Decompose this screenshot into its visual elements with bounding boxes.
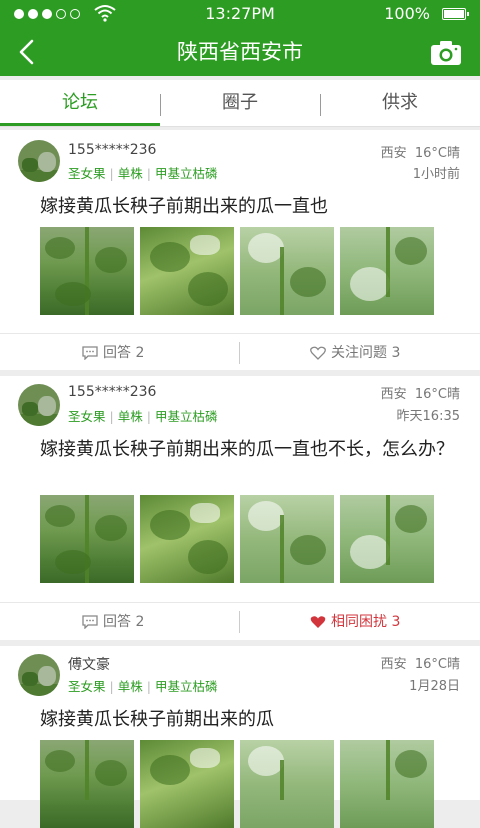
follow-button[interactable]: 关注问题 3 [310,334,400,372]
action-divider [239,342,240,364]
active-tab-indicator [0,123,160,126]
tag[interactable]: 单株 [118,409,143,424]
tag[interactable]: 甲基立枯磷 [155,409,218,424]
tag[interactable]: 圣女果 [68,409,106,424]
reply-button[interactable]: 回答 2 [82,603,144,641]
post-photo[interactable] [40,227,134,315]
heart-filled-icon [310,616,326,628]
tab-bar: 论坛 圈子 供求 [0,80,480,127]
post-photo[interactable] [340,227,434,315]
username[interactable]: 155*****236 [68,142,156,158]
location-weather: 西安 16°C晴 [380,387,460,402]
avatar[interactable] [18,654,60,696]
post-photo[interactable] [40,740,134,828]
post-photo[interactable] [340,740,434,828]
battery-icon [442,8,469,20]
tag[interactable]: 甲基立枯磷 [155,166,218,181]
post-photo[interactable] [140,740,234,828]
photo-grid [40,227,434,315]
reply-count: 回答 2 [103,345,145,361]
nav-bar: 陕西省西安市 [0,28,480,76]
status-bar: 13:27PM 100% [0,0,480,28]
tag[interactable]: 单株 [118,679,143,694]
post-time: 1月28日 [409,679,460,694]
same-problem-count: 相同困扰 3 [331,614,401,630]
tag[interactable]: 圣女果 [68,679,106,694]
post-photo[interactable] [240,740,334,828]
post-card[interactable]: 傅文豪 圣女果 | 单株 | 甲基立枯磷 西安 16°C晴 1月28日 嫁接黄瓜长秧子前… [0,646,480,828]
reply-count: 回答 2 [103,614,145,630]
post-card[interactable]: 155*****236 圣女果 | 单株 | 甲基立枯磷 西安 16°C晴 1小时前 嫁… [0,130,480,370]
post-photo[interactable] [340,495,434,583]
post-photo[interactable] [140,227,234,315]
photo-grid [40,495,434,583]
tab-circle[interactable]: 圈子 [160,80,320,126]
avatar[interactable] [18,140,60,182]
action-divider [239,611,240,633]
location-weather: 西安 16°C晴 [380,146,460,161]
heart-outline-icon [310,346,326,360]
reply-button[interactable]: 回答 2 [82,334,144,372]
post-photo[interactable] [140,495,234,583]
post-time: 1小时前 [412,167,460,182]
post-content[interactable]: 嫁接黄瓜长秧子前期出来的瓜一直也不长，怎么办？ [40,436,460,463]
post-time: 昨天16:35 [396,409,460,424]
chat-bubble-icon [82,346,98,360]
tag[interactable]: 单株 [118,166,143,181]
post-content[interactable]: 嫁接黄瓜长秧子前期出来的瓜一直也 [40,193,460,220]
location-weather: 西安 16°C晴 [380,657,460,672]
chat-bubble-icon [82,615,98,629]
post-photo[interactable] [240,495,334,583]
post-photo[interactable] [40,495,134,583]
tab-forum[interactable]: 论坛 [0,80,160,126]
photo-grid [40,740,434,828]
follow-count: 关注问题 3 [331,345,401,361]
page-title: 陕西省西安市 [177,40,303,64]
camera-icon[interactable] [430,40,462,66]
battery-percentage: 100% [384,4,430,23]
username[interactable]: 155*****236 [68,384,156,400]
post-tags: 圣女果 | 单株 | 甲基立枯磷 [68,166,218,181]
post-card[interactable]: 155*****236 圣女果 | 单株 | 甲基立枯磷 西安 16°C晴 昨天16:3… [0,376,480,640]
tag[interactable]: 圣女果 [68,166,106,181]
avatar[interactable] [18,384,60,426]
post-content[interactable]: 嫁接黄瓜长秧子前期出来的瓜 [40,706,460,733]
tag[interactable]: 甲基立枯磷 [155,679,218,694]
username[interactable]: 傅文豪 [68,654,110,674]
post-actions: 回答 2 关注问题 3 [0,333,480,372]
same-problem-button[interactable]: 相同困扰 3 [310,603,400,641]
post-tags: 圣女果 | 单株 | 甲基立枯磷 [68,679,218,694]
tab-supply-demand[interactable]: 供求 [320,80,480,126]
post-actions: 回答 2 相同困扰 3 [0,602,480,641]
post-tags: 圣女果 | 单株 | 甲基立枯磷 [68,409,218,424]
post-photo[interactable] [240,227,334,315]
